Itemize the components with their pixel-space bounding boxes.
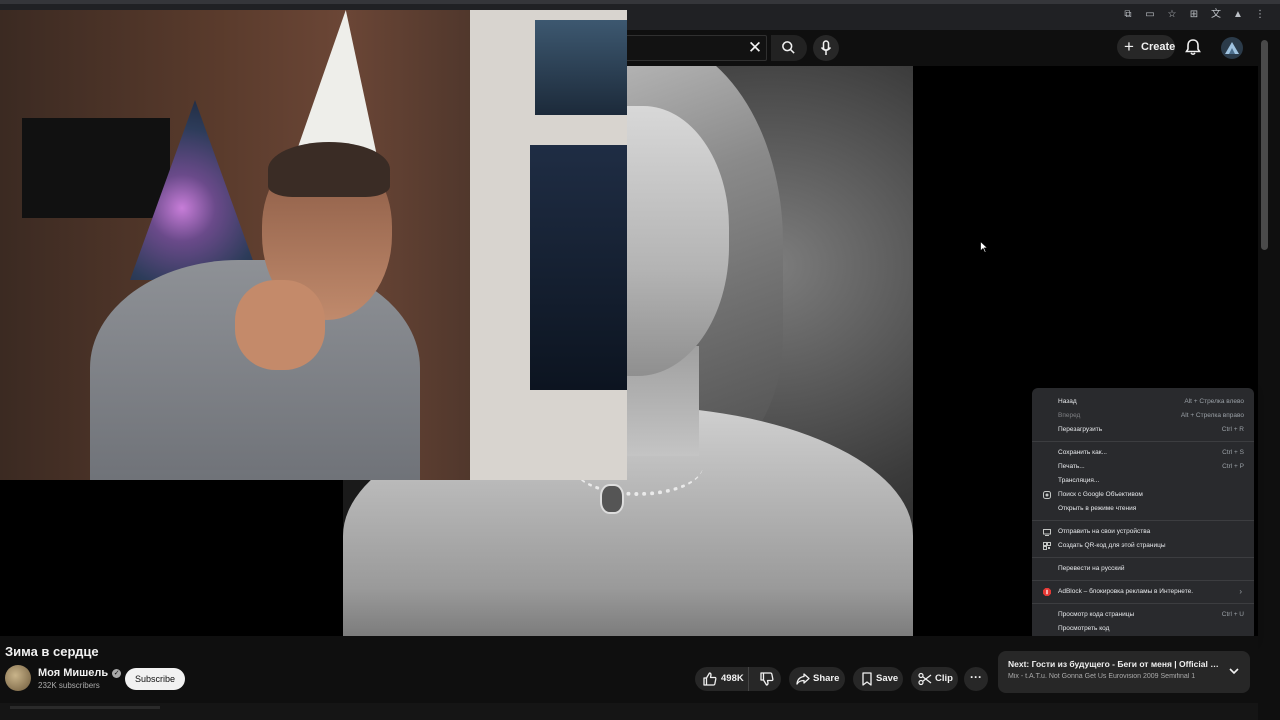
next-video-title[interactable]: Next: Гости из будущего - Беги от меня |…	[1008, 659, 1222, 669]
search-clear-button[interactable]: ✕	[745, 38, 765, 58]
open-in-new-icon[interactable]: ⧉	[1122, 9, 1134, 21]
menu-item-reading-mode[interactable]: Открыть в режиме чтения	[1032, 502, 1254, 516]
devices-icon	[1043, 529, 1051, 536]
menu-item-cast[interactable]: Трансляция...	[1032, 474, 1254, 488]
channel-name[interactable]: Моя Мишель ✓	[38, 667, 122, 679]
translate-icon[interactable]: 文	[1210, 9, 1222, 21]
profile-mountain-icon	[1225, 42, 1239, 54]
thumbs-down-icon	[760, 672, 774, 686]
menu-item-back[interactable]: Назад Alt + Стрелка влево	[1032, 395, 1254, 409]
mouse-cursor-icon	[980, 241, 988, 253]
menu-icon[interactable]: ⋮	[1254, 9, 1266, 21]
profile-icon[interactable]: ▲	[1232, 9, 1244, 21]
bottom-bar	[0, 703, 1258, 720]
menu-divider	[1032, 520, 1254, 521]
menu-item-translate[interactable]: Перевести на русский	[1032, 562, 1254, 576]
autoplay-next-card[interactable]: Next: Гости из будущего - Беги от меня |…	[998, 651, 1250, 693]
share-button[interactable]: Share	[789, 667, 845, 691]
context-menu: Назад Alt + Стрелка влево Вперед Alt + Стр…	[1032, 388, 1254, 641]
menu-item-view-source[interactable]: Просмотр кода страницы Ctrl + U	[1032, 608, 1254, 622]
subscribe-button[interactable]: Subscribe	[125, 668, 185, 690]
menu-item-save-as[interactable]: Сохранить как... Ctrl + S	[1032, 446, 1254, 460]
cast-icon[interactable]: ▭	[1144, 9, 1156, 21]
create-label: Create	[1141, 41, 1176, 53]
menu-divider	[1032, 603, 1254, 604]
account-avatar[interactable]	[1221, 37, 1243, 59]
tab-strip	[0, 0, 1280, 4]
bell-icon	[1185, 39, 1201, 56]
scrollbar-thumb[interactable]	[1261, 40, 1268, 250]
like-dislike-group: 498K	[695, 667, 781, 691]
clip-button[interactable]: Clip	[911, 667, 958, 691]
create-button[interactable]: + Create	[1117, 35, 1175, 59]
adblock-icon	[1043, 588, 1051, 596]
voice-search-button[interactable]	[813, 35, 839, 61]
chevron-down-icon[interactable]	[1228, 665, 1240, 677]
share-arrow-icon	[796, 673, 810, 685]
menu-item-qr-code[interactable]: Создать QR-код для этой страницы	[1032, 539, 1254, 553]
save-button[interactable]: Save	[853, 667, 903, 691]
menu-item-send-to-devices[interactable]: Отправить на свои устройства	[1032, 525, 1254, 539]
menu-item-inspect[interactable]: Просмотреть код	[1032, 622, 1254, 636]
browser-toolbar-icons: ⧉ ▭ ☆ ⊞ 文 ▲ ⋮	[1122, 9, 1266, 21]
plus-icon: +	[1124, 37, 1134, 56]
lens-icon	[1043, 491, 1051, 499]
youtube-header: ✕ + Create	[627, 30, 1280, 66]
thumbs-up-icon	[703, 672, 717, 686]
search-button[interactable]	[771, 35, 807, 61]
notifications-button[interactable]	[1185, 38, 1201, 61]
menu-item-adblock[interactable]: AdBlock – блокировка рекламы в Интернете…	[1032, 585, 1254, 599]
pendant	[600, 484, 624, 514]
verified-badge-icon: ✓	[112, 669, 122, 678]
like-button[interactable]: 498K	[695, 667, 749, 691]
subscriber-count: 232K subscribers	[38, 681, 100, 690]
menu-item-google-lens[interactable]: Поиск с Google Объективом	[1032, 488, 1254, 502]
webcam-overlay	[0, 10, 627, 480]
channel-avatar[interactable]	[5, 665, 31, 691]
video-title: Зима в сердце	[5, 644, 99, 659]
more-actions-button[interactable]: ···	[964, 667, 988, 691]
search-icon	[782, 41, 795, 54]
bookmark-icon	[862, 672, 872, 686]
menu-item-print[interactable]: Печать... Ctrl + P	[1032, 460, 1254, 474]
menu-divider	[1032, 580, 1254, 581]
menu-divider	[1032, 441, 1254, 442]
menu-divider	[1032, 557, 1254, 558]
submenu-arrow-icon: ›	[1239, 587, 1242, 596]
next-video-subtitle: Mix - t.A.T.u. Not Gonna Get Us Eurovisi…	[1008, 673, 1196, 680]
qr-code-icon	[1043, 542, 1051, 550]
menu-item-forward: Вперед Alt + Стрелка вправо	[1058, 412, 1244, 419]
like-count: 498K	[721, 673, 744, 684]
scissors-icon	[918, 672, 932, 686]
dislike-button[interactable]	[753, 667, 781, 691]
extensions-icon[interactable]: ⊞	[1188, 9, 1200, 21]
microphone-icon	[820, 40, 832, 55]
menu-item-reload[interactable]: Перезагрузить Ctrl + R	[1032, 423, 1254, 437]
star-icon[interactable]: ☆	[1166, 9, 1178, 21]
